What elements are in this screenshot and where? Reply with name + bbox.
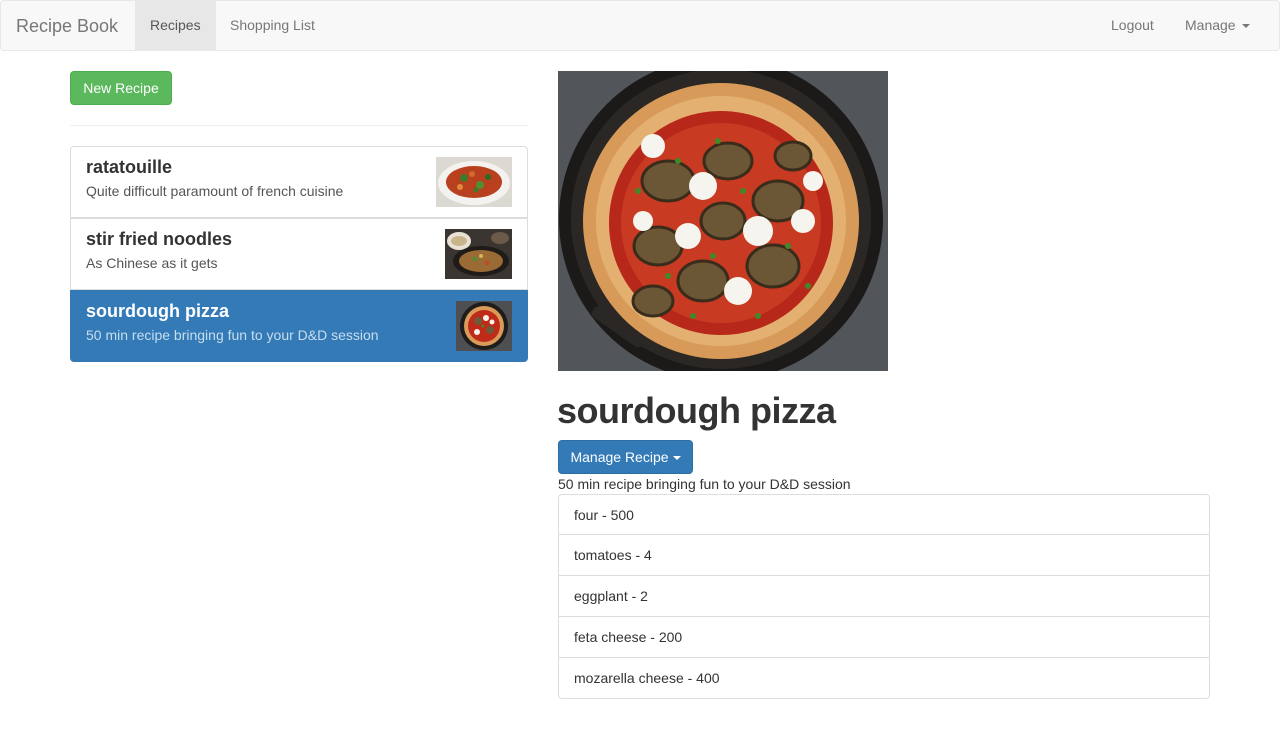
manage-recipe-label: Manage Recipe (570, 449, 669, 465)
ingredient-item: feta cheese - 200 (558, 617, 1210, 658)
brand-link[interactable]: Recipe Book (16, 1, 118, 51)
logout-link[interactable]: Logout (1096, 1, 1169, 50)
ingredients-list: four - 500 tomatoes - 4 eggplant - 2 fet… (558, 494, 1210, 699)
recipe-list-item-selected[interactable]: sourdough pizza 50 min recipe bringing f… (70, 290, 528, 362)
ingredient-item: four - 500 (558, 494, 1210, 535)
top-navbar: Recipe Book Recipes Shopping List Logout… (0, 0, 1280, 51)
recipe-description: Quite difficult paramount of french cuis… (86, 183, 344, 199)
recipe-name: ratatouille (86, 157, 173, 177)
recipe-description: As Chinese as it gets (86, 255, 218, 271)
manage-dropdown[interactable]: Manage (1170, 1, 1265, 50)
recipe-list-item[interactable]: stir fried noodles As Chinese as it gets (70, 218, 528, 290)
recipe-list-item[interactable]: ratatouille Quite difficult paramount of… (70, 146, 528, 218)
divider (70, 125, 528, 126)
caret-down-icon (1241, 24, 1250, 29)
nav-tab-shopping-list[interactable]: Shopping List (215, 1, 330, 50)
recipe-main-image (558, 71, 888, 371)
new-recipe-button[interactable]: New Recipe (70, 71, 172, 105)
recipe-description: 50 min recipe bringing fun to your D&D s… (86, 327, 379, 343)
ingredient-item: eggplant - 2 (558, 576, 1210, 617)
manage-label: Manage (1185, 17, 1236, 33)
ingredient-item: mozarella cheese - 400 (558, 658, 1210, 699)
recipe-thumbnail-ratatouille (436, 157, 512, 207)
recipe-thumbnail-noodles (445, 229, 512, 279)
nav-tab-recipes[interactable]: Recipes (135, 1, 216, 50)
recipe-description: 50 min recipe bringing fun to your D&D s… (558, 476, 851, 492)
manage-recipe-dropdown-button[interactable]: Manage Recipe (558, 440, 693, 474)
recipe-name: stir fried noodles (86, 229, 233, 249)
recipe-thumbnail-pizza (456, 301, 512, 351)
recipe-name: sourdough pizza (86, 301, 229, 321)
recipe-title: sourdough pizza (557, 390, 836, 431)
ingredient-item: tomatoes - 4 (558, 535, 1210, 576)
caret-down-icon (672, 456, 681, 461)
